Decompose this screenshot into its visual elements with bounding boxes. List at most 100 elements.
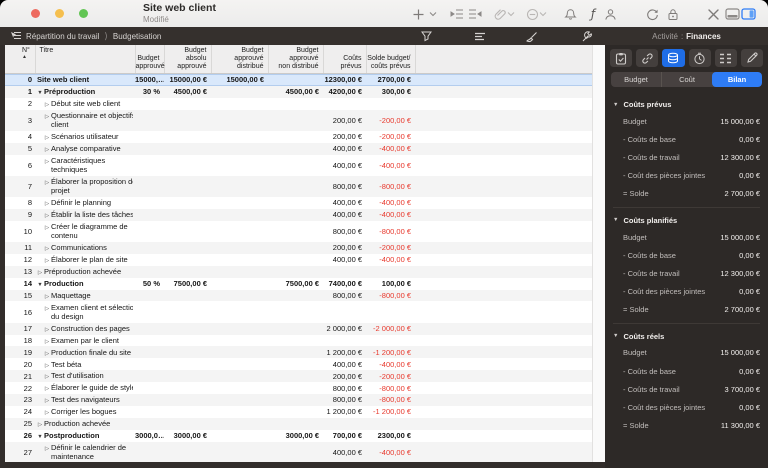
- disclosure-collapsed-icon[interactable]: ▷: [43, 397, 51, 404]
- tools-button[interactable]: [705, 6, 721, 22]
- section-title[interactable]: ▼ Coûts réels: [613, 326, 760, 344]
- vertical-scrollbar[interactable]: [592, 45, 605, 462]
- column-header-4[interactable]: Coûts prévus: [322, 45, 366, 74]
- table-row[interactable]: 1 ▼Préproduction 30 % 4500,00 € 4500,00 € 420…: [5, 85, 592, 98]
- breadcrumb-view-menu[interactable]: Répartition du travail: [26, 32, 99, 41]
- conflicts-bolt-button[interactable]: ƒ: [585, 6, 601, 22]
- filter-funnel-button[interactable]: [420, 30, 433, 43]
- inspector-tab-time[interactable]: [688, 49, 711, 67]
- table-row[interactable]: 15 ▷ Maquettage 800,00 € -800,00 €: [5, 289, 592, 302]
- segment-budget[interactable]: Budget: [611, 72, 661, 87]
- resources-person-button[interactable]: [602, 6, 618, 22]
- disclosure-collapsed-icon[interactable]: ▷: [43, 338, 51, 345]
- column-header-5[interactable]: Solde budget/coûts prévus: [365, 45, 415, 74]
- right-panel-toggle-button[interactable]: [740, 6, 756, 22]
- segment-coût[interactable]: Coût: [661, 72, 712, 87]
- table-row[interactable]: 18 ▷ Examen par le client: [5, 335, 592, 347]
- table-row[interactable]: 24 ▷ Corriger les bogues 1 200,00 € -1 200,0…: [5, 406, 592, 418]
- inspector-tab-costs[interactable]: [662, 49, 685, 67]
- table-row[interactable]: 8 ▷ Définir le planning 400,00 € -400,00 €: [5, 197, 592, 209]
- table-row[interactable]: 20 ▷ Test béta 400,00 € -400,00 €: [5, 358, 592, 370]
- inspector-tab-edit[interactable]: [740, 49, 764, 67]
- disclosure-expanded-icon[interactable]: ▼: [36, 281, 44, 288]
- disclosure-collapsed-icon[interactable]: ▷: [43, 445, 51, 452]
- disclosure-collapsed-icon[interactable]: ▷: [43, 293, 51, 300]
- disclosure-collapsed-icon[interactable]: ▷: [36, 421, 44, 428]
- disclosure-collapsed-icon[interactable]: ▷: [43, 409, 51, 416]
- remove-chevron-icon[interactable]: [538, 6, 547, 22]
- table-row[interactable]: 12 ▷ Élaborer le plan de site 400,00 € -400,…: [5, 254, 592, 266]
- disclosure-expanded-icon[interactable]: ▼: [36, 433, 44, 440]
- notifications-bell-button[interactable]: [562, 6, 578, 22]
- disclosure-collapsed-icon[interactable]: ▷: [43, 257, 51, 264]
- disclosure-collapsed-icon[interactable]: ▷: [43, 224, 51, 231]
- segment-bilan[interactable]: Bilan: [712, 72, 762, 87]
- table-row[interactable]: 26 ▼Postproduction 3000,0… 3000,00 € 3000,00…: [5, 430, 592, 442]
- table-row[interactable]: 5 ▷ Analyse comparative 400,00 € -400,00 €: [5, 142, 592, 155]
- breadcrumb[interactable]: Répartition du travail ⟩ Budgetisation: [9, 27, 161, 45]
- table-row[interactable]: 23 ▷ Test des navigateurs 800,00 € -800,00 €: [5, 393, 592, 406]
- close-window-button[interactable]: [31, 9, 40, 18]
- disclosure-collapsed-icon[interactable]: ▷: [43, 326, 51, 333]
- disclosure-collapsed-icon[interactable]: ▷: [43, 385, 51, 392]
- table-row[interactable]: 10 ▷Créer le diagramme de▷contenu 800,00 €…: [5, 221, 592, 242]
- bottom-panel-toggle-button[interactable]: [724, 6, 740, 22]
- indent-button[interactable]: [449, 6, 465, 22]
- table-row[interactable]: 25 ▷ Production achevée: [5, 417, 592, 430]
- column-header-2[interactable]: Budget approuvé distribué: [210, 45, 268, 74]
- table-row[interactable]: 7 ▷Élaborer la proposition de▷projet 800,0…: [5, 175, 592, 198]
- table-row[interactable]: 3 ▷Questionnaire et objectifs▷client 200,0…: [5, 109, 592, 131]
- table-row[interactable]: 4 ▷ Scénarios utilisateur 200,00 € -200,00 €: [5, 131, 592, 143]
- disclosure-collapsed-icon[interactable]: ▷: [43, 350, 51, 357]
- disclosure-collapsed-icon[interactable]: ▷: [36, 269, 44, 276]
- table-row[interactable]: 27 ▷Définir le calendrier de▷maintenance 4…: [5, 441, 592, 462]
- disclosure-collapsed-icon[interactable]: ▷: [43, 134, 51, 141]
- minimize-window-button[interactable]: [55, 9, 64, 18]
- disclosure-collapsed-icon[interactable]: ▷: [43, 373, 51, 380]
- zoom-window-button[interactable]: [79, 9, 88, 18]
- disclosure-expanded-icon[interactable]: ▼: [36, 89, 44, 96]
- inspector-tab-list[interactable]: [714, 49, 737, 67]
- table-row[interactable]: 16 ▷Examen client et sélection▷du design: [5, 301, 592, 322]
- section-title[interactable]: ▼ Coûts planifiés: [613, 210, 760, 228]
- add-item-chevron-icon[interactable]: [428, 6, 437, 22]
- table-row[interactable]: 9 ▷ Établir la liste des tâches 400,00 € -40…: [5, 208, 592, 221]
- table-row[interactable]: 21 ▷ Test d'utilisation 200,00 € -200,00 €: [5, 370, 592, 383]
- disclosure-collapsed-icon[interactable]: ▷: [43, 305, 51, 312]
- disclosure-collapsed-icon[interactable]: ▷: [43, 179, 51, 186]
- sync-refresh-button[interactable]: [644, 6, 660, 22]
- inspector-tab-clipboard[interactable]: [610, 49, 633, 67]
- disclosure-collapsed-icon[interactable]: ▷: [43, 212, 51, 219]
- outdent-button[interactable]: [467, 6, 483, 22]
- column-header-1[interactable]: Budget absolu approuvé: [163, 45, 211, 74]
- format-brush-button[interactable]: [525, 30, 538, 43]
- table-row[interactable]: 6 ▷Caractéristiques▷techniques 400,00 € -40…: [5, 155, 592, 176]
- outline-levels-button[interactable]: [473, 30, 486, 43]
- attachment-chevron-icon[interactable]: [506, 6, 515, 22]
- table-row[interactable]: 17 ▷ Construction des pages 2 000,00 € -2 00…: [5, 322, 592, 335]
- disclosure-collapsed-icon[interactable]: ▷: [43, 362, 51, 369]
- settings-wrench-button[interactable]: [580, 30, 593, 43]
- table-row[interactable]: 11 ▷ Communications 200,00 € -200,00 €: [5, 241, 592, 254]
- table-row[interactable]: 0▼Site web client15000,… 15000,00 € 15000,…: [5, 73, 592, 86]
- table-row[interactable]: 14 ▼Production 50 % 7500,00 € 7500,00 € 7400,…: [5, 278, 592, 290]
- inspector-tab-link[interactable]: [636, 49, 659, 67]
- disclosure-collapsed-icon[interactable]: ▷: [43, 200, 51, 207]
- disclosure-collapsed-icon[interactable]: ▷: [43, 101, 51, 108]
- add-item-button[interactable]: [410, 6, 426, 22]
- lock-button[interactable]: [665, 6, 681, 22]
- disclosure-collapsed-icon[interactable]: ▷: [43, 113, 51, 120]
- table-row[interactable]: 13 ▷ Préproduction achevée: [5, 265, 592, 278]
- section-title[interactable]: ▼ Coûts prévus: [613, 94, 760, 112]
- disclosure-collapsed-icon[interactable]: ▷: [43, 158, 51, 165]
- disclosure-expanded-icon[interactable]: ▼: [35, 77, 37, 84]
- column-header-3[interactable]: Budget approuvé non distribué: [267, 45, 323, 74]
- column-header-titre[interactable]: Titre: [34, 45, 135, 74]
- column-header-0[interactable]: Budget approuvé: [134, 45, 165, 74]
- disclosure-collapsed-icon[interactable]: ▷: [43, 146, 51, 153]
- table-row[interactable]: 2 ▷ Début site web client: [5, 98, 592, 110]
- table-row[interactable]: 19 ▷ Production finale du site 1 200,00 € -1…: [5, 346, 592, 359]
- table-row[interactable]: 22 ▷ Élaborer le guide de style 800,00 € -80…: [5, 382, 592, 394]
- disclosure-collapsed-icon[interactable]: ▷: [43, 245, 51, 252]
- column-header-num[interactable]: N° ▲: [5, 45, 35, 74]
